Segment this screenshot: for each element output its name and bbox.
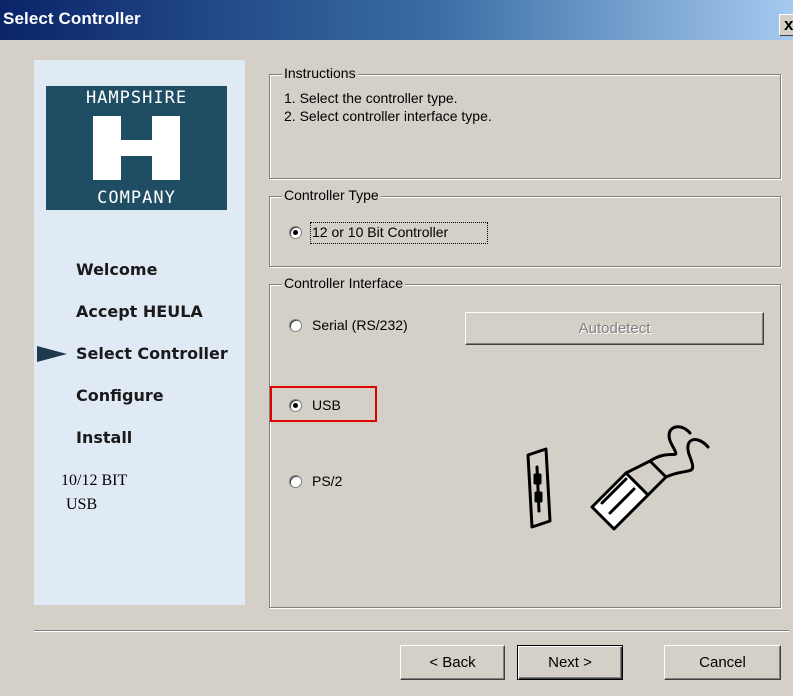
autodetect-button[interactable]: Autodetect: [465, 312, 764, 345]
title-bar[interactable]: Select Controller x: [0, 0, 793, 40]
instructions-group: Instructions 1. Select the controller ty…: [269, 65, 781, 179]
instructions-legend: Instructions: [282, 65, 358, 81]
step-accept-heula: Accept HEULA: [76, 302, 203, 321]
usb-cable-illustration-icon: [526, 425, 710, 531]
wizard-side-panel: HAMPSHIRE COMPANY Welcome Accept HEULA S…: [34, 60, 245, 605]
side-info-interface: USB: [66, 496, 98, 513]
interface-label-serial[interactable]: Serial (RS/232): [312, 317, 408, 333]
logo-bottom-text: COMPANY: [46, 186, 227, 210]
interface-radio-serial[interactable]: [289, 319, 302, 332]
footer-separator: [34, 630, 789, 632]
controller-type-legend: Controller Type: [282, 187, 381, 203]
radio-selected-dot: [293, 230, 298, 235]
next-button[interactable]: Next >: [517, 645, 623, 680]
step-welcome: Welcome: [76, 260, 158, 279]
back-button[interactable]: < Back: [400, 645, 505, 680]
window-title: Select Controller: [3, 9, 141, 28]
logo-h-emblem: [46, 110, 227, 186]
h-emblem-icon: [46, 110, 227, 186]
select-controller-dialog: Select Controller x HAMPSHIRE COMPANY We…: [0, 0, 793, 696]
controller-interface-group: Controller Interface Serial (RS/232) Aut…: [269, 275, 781, 608]
controller-interface-legend: Controller Interface: [282, 275, 406, 291]
step-configure: Configure: [76, 386, 164, 405]
side-info-bits: 10/12 BIT: [61, 472, 128, 489]
hampshire-company-logo: HAMPSHIRE COMPANY: [46, 86, 227, 210]
current-step-arrow-icon: [37, 346, 67, 362]
interface-radio-ps2[interactable]: [289, 475, 302, 488]
interface-label-ps2[interactable]: PS/2: [312, 473, 342, 489]
controller-type-radio-12-10-bit[interactable]: [289, 226, 302, 239]
step-select-controller: Select Controller: [76, 344, 228, 363]
logo-top-text: HAMPSHIRE: [46, 86, 227, 110]
step-install: Install: [76, 428, 133, 447]
close-button[interactable]: x: [779, 14, 793, 36]
controller-type-label-12-10-bit[interactable]: 12 or 10 Bit Controller: [312, 224, 448, 240]
usb-option-highlight: [270, 386, 377, 422]
cancel-button[interactable]: Cancel: [664, 645, 781, 680]
instruction-line-2: 2. Select controller interface type.: [284, 108, 492, 124]
instruction-line-1: 1. Select the controller type.: [284, 90, 458, 106]
controller-type-group: Controller Type 12 or 10 Bit Controller: [269, 187, 781, 267]
close-icon: x: [784, 15, 793, 34]
